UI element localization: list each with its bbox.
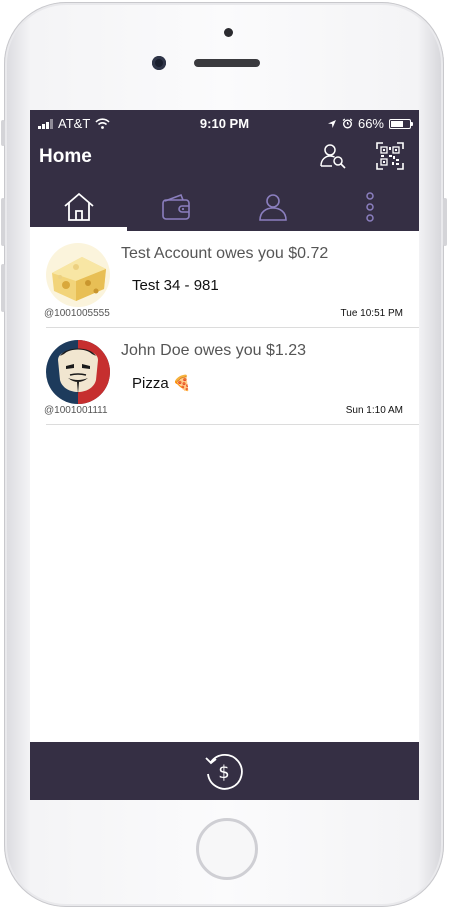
transaction-time: Sun 1:10 AM	[345, 405, 403, 416]
home-button[interactable]	[196, 818, 258, 880]
volume-up-button	[1, 198, 5, 246]
app-header: AT&T 9:10 PM 66% Home	[30, 110, 419, 231]
mute-switch	[1, 120, 5, 146]
more-vertical-icon	[366, 191, 375, 222]
wallet-icon	[162, 193, 190, 220]
cheese-avatar	[46, 243, 110, 307]
user-search-icon[interactable]	[319, 142, 347, 170]
power-button	[443, 198, 447, 246]
front-camera	[152, 56, 166, 70]
transaction-memo: Pizza 🍕	[132, 375, 192, 392]
list-item[interactable]: John Doe owes you $1.23 Pizza 🍕 @1001001…	[30, 328, 419, 425]
person-icon	[259, 193, 287, 221]
transaction-memo: Test 34 - 981	[132, 277, 219, 294]
tab-bar	[30, 182, 419, 231]
transaction-list: Test Account owes you $0.72 Test 34 - 98…	[30, 231, 419, 425]
page-title: Home	[39, 146, 92, 167]
user-id: @1001005555	[44, 308, 110, 319]
battery-icon	[389, 118, 413, 129]
status-bar: AT&T 9:10 PM 66%	[30, 110, 419, 136]
front-sensor	[224, 28, 233, 37]
tab-home[interactable]	[30, 182, 128, 231]
home-icon	[64, 192, 94, 221]
transaction-headline: Test Account owes you $0.72	[121, 245, 329, 262]
app-screen: AT&T 9:10 PM 66% Home Test Account owes …	[30, 110, 419, 800]
list-item[interactable]: Test Account owes you $0.72 Test 34 - 98…	[30, 231, 419, 328]
alarm-icon	[342, 118, 353, 129]
tab-contacts[interactable]	[225, 182, 322, 231]
volume-down-button	[1, 264, 5, 312]
earpiece-speaker	[194, 59, 260, 67]
svg-text:$: $	[218, 762, 229, 783]
battery-percent: 66%	[357, 116, 384, 131]
user-id: @1001001111	[44, 405, 108, 416]
location-icon	[327, 119, 336, 128]
transaction-headline: John Doe owes you $1.23	[121, 342, 307, 359]
divider	[46, 424, 419, 425]
transaction-time: Tue 10:51 PM	[340, 308, 403, 319]
history-dollar-icon[interactable]: $	[203, 750, 245, 792]
mask-avatar	[46, 340, 110, 404]
tab-more[interactable]	[322, 182, 419, 231]
status-right: 66%	[327, 116, 413, 131]
bottom-bar: $	[30, 742, 419, 800]
qr-code-icon[interactable]	[376, 142, 404, 170]
tab-wallet[interactable]	[127, 182, 224, 231]
